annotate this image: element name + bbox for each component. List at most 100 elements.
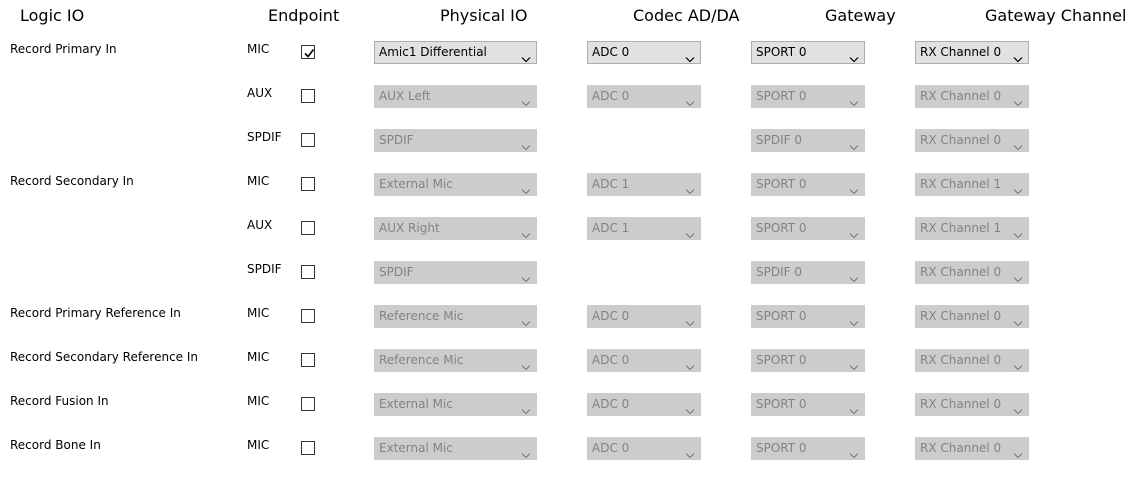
table-row: Record Primary In MIC Amic1 Differential AD… [0, 41, 1133, 85]
header-logic-io: Logic IO [20, 6, 85, 25]
physical-io-dropdown[interactable]: External Mic [374, 173, 537, 196]
gateway-dropdown[interactable]: SPORT 0 [751, 217, 865, 240]
logic-io-label: Record Primary In [10, 42, 117, 56]
codec-dropdown[interactable]: ADC 0 [587, 349, 701, 372]
physical-io-dropdown[interactable]: Reference Mic [374, 349, 537, 372]
dropdown-value: AUX Right [379, 221, 440, 235]
gateway-channel-dropdown[interactable]: RX Channel 0 [915, 261, 1029, 284]
logic-io-label: Record Primary Reference In [10, 306, 181, 320]
logic-io-label: Record Secondary Reference In [10, 350, 199, 364]
dropdown-value: SPORT 0 [756, 177, 807, 191]
codec-dropdown[interactable]: ADC 1 [587, 173, 701, 196]
table-row: Record Fusion In MIC External Mic ADC 0 SPOR… [0, 393, 1133, 437]
dropdown-value: SPDIF 0 [756, 265, 802, 279]
gateway-dropdown[interactable]: SPORT 0 [751, 41, 865, 64]
gateway-channel-dropdown[interactable]: RX Channel 0 [915, 393, 1029, 416]
dropdown-value: RX Channel 0 [920, 89, 1002, 103]
endpoint-label: AUX [247, 218, 273, 232]
endpoint-label: MIC [247, 438, 270, 452]
gateway-channel-dropdown[interactable]: RX Channel 0 [915, 85, 1029, 108]
chevron-down-icon [849, 181, 859, 195]
gateway-channel-dropdown[interactable]: RX Channel 0 [915, 437, 1029, 460]
physical-io-dropdown[interactable]: SPDIF [374, 261, 537, 284]
table-row: Record Bone In MIC External Mic ADC 0 SPORT … [0, 437, 1133, 481]
gateway-dropdown[interactable]: SPORT 0 [751, 173, 865, 196]
gateway-dropdown[interactable]: SPDIF 0 [751, 129, 865, 152]
physical-io-dropdown[interactable]: Amic1 Differential [374, 41, 537, 64]
gateway-channel-dropdown[interactable]: RX Channel 0 [915, 41, 1029, 64]
physical-io-dropdown[interactable]: External Mic [374, 437, 537, 460]
codec-dropdown[interactable]: ADC 0 [587, 41, 701, 64]
gateway-dropdown[interactable]: SPORT 0 [751, 305, 865, 328]
physical-io-dropdown[interactable]: AUX Left [374, 85, 537, 108]
endpoint-checkbox[interactable] [301, 441, 315, 455]
dropdown-value: ADC 0 [592, 309, 630, 323]
dropdown-value: SPORT 0 [756, 353, 807, 367]
endpoint-checkbox[interactable] [301, 309, 315, 323]
header-gateway: Gateway [825, 6, 896, 25]
codec-dropdown[interactable]: ADC 1 [587, 217, 701, 240]
dropdown-value: Reference Mic [379, 309, 464, 323]
physical-io-dropdown[interactable]: Reference Mic [374, 305, 537, 328]
gateway-channel-dropdown[interactable]: RX Channel 1 [915, 173, 1029, 196]
gateway-dropdown[interactable]: SPORT 0 [751, 393, 865, 416]
dropdown-value: RX Channel 1 [920, 177, 1002, 191]
endpoint-checkbox[interactable] [301, 221, 315, 235]
gateway-dropdown[interactable]: SPORT 0 [751, 349, 865, 372]
chevron-down-icon [1013, 137, 1023, 151]
chevron-down-icon [1013, 445, 1023, 459]
dropdown-value: External Mic [379, 441, 453, 455]
codec-dropdown[interactable]: ADC 0 [587, 393, 701, 416]
physical-io-dropdown[interactable]: External Mic [374, 393, 537, 416]
dropdown-value: RX Channel 0 [920, 45, 1002, 59]
endpoint-checkbox[interactable] [301, 177, 315, 191]
table-row: Record Secondary In MIC External Mic ADC 1 S… [0, 173, 1133, 217]
endpoint-checkbox[interactable] [301, 89, 315, 103]
dropdown-value: SPORT 0 [756, 309, 807, 323]
dropdown-value: RX Channel 0 [920, 265, 1002, 279]
chevron-down-icon [521, 401, 531, 415]
table-row: Record Primary Reference In MIC Reference … [0, 305, 1133, 349]
chevron-down-icon [1013, 357, 1023, 371]
endpoint-label: MIC [247, 42, 270, 56]
gateway-dropdown[interactable]: SPDIF 0 [751, 261, 865, 284]
chevron-down-icon [849, 269, 859, 283]
dropdown-value: Reference Mic [379, 353, 464, 367]
dropdown-value: RX Channel 0 [920, 353, 1002, 367]
gateway-channel-dropdown[interactable]: RX Channel 0 [915, 349, 1029, 372]
chevron-down-icon [849, 225, 859, 239]
chevron-down-icon [849, 357, 859, 371]
codec-dropdown[interactable]: ADC 0 [587, 305, 701, 328]
gateway-channel-dropdown[interactable]: RX Channel 0 [915, 129, 1029, 152]
endpoint-checkbox[interactable] [301, 353, 315, 367]
endpoint-checkbox[interactable] [301, 265, 315, 279]
chevron-down-icon [521, 93, 531, 107]
dropdown-value: ADC 0 [592, 397, 630, 411]
header-endpoint: Endpoint [268, 6, 340, 25]
dropdown-value: ADC 0 [592, 353, 630, 367]
chevron-down-icon [685, 401, 695, 415]
logic-io-label: Record Bone In [10, 438, 101, 452]
gateway-channel-dropdown[interactable]: RX Channel 0 [915, 305, 1029, 328]
endpoint-checkbox[interactable] [301, 397, 315, 411]
physical-io-dropdown[interactable]: SPDIF [374, 129, 537, 152]
gateway-dropdown[interactable]: SPORT 0 [751, 85, 865, 108]
codec-dropdown[interactable]: ADC 0 [587, 85, 701, 108]
dropdown-value: ADC 1 [592, 177, 630, 191]
chevron-down-icon [685, 225, 695, 239]
chevron-down-icon [1013, 269, 1023, 283]
endpoint-label: SPDIF [247, 130, 282, 144]
chevron-down-icon [685, 181, 695, 195]
endpoint-checkbox[interactable] [301, 45, 315, 59]
header-physical-io: Physical IO [440, 6, 528, 25]
table-row: SPDIF SPDIF SPDIF 0 RX Channel 0 [0, 261, 1133, 305]
dropdown-value: ADC 0 [592, 45, 630, 59]
dropdown-value: RX Channel 0 [920, 441, 1002, 455]
gateway-channel-dropdown[interactable]: RX Channel 1 [915, 217, 1029, 240]
codec-dropdown[interactable]: ADC 0 [587, 437, 701, 460]
gateway-dropdown[interactable]: SPORT 0 [751, 437, 865, 460]
physical-io-dropdown[interactable]: AUX Right [374, 217, 537, 240]
chevron-down-icon [521, 49, 531, 63]
dropdown-value: SPDIF [379, 265, 414, 279]
endpoint-checkbox[interactable] [301, 133, 315, 147]
